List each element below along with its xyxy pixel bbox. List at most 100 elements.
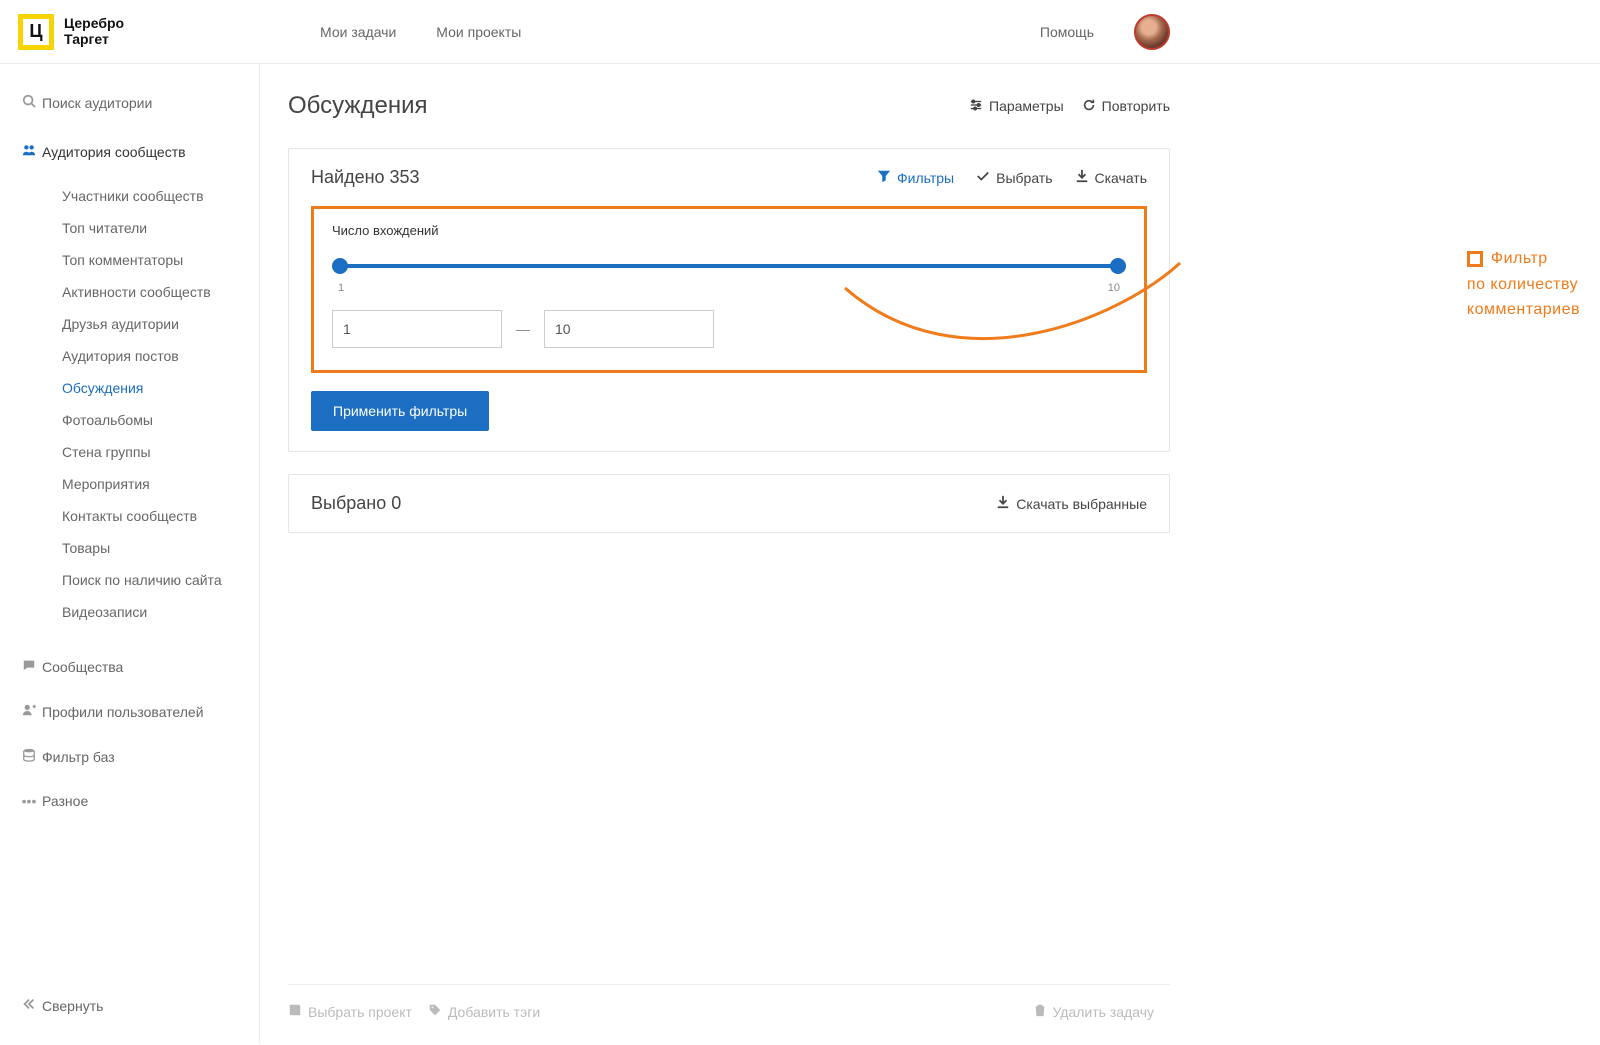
book-icon <box>288 1003 302 1020</box>
sidebar-profiles-label: Профили пользователей <box>42 704 204 720</box>
select-label: Выбрать <box>996 170 1052 186</box>
annotation-line3: комментариев <box>1467 297 1580 323</box>
sidebar-sub-contacts[interactable]: Контакты сообществ <box>0 500 259 532</box>
delete-task-button[interactable]: Удалить задачу <box>1033 1003 1155 1020</box>
annotation-square-icon <box>1467 251 1483 267</box>
download-button[interactable]: Скачать <box>1075 169 1148 186</box>
range-slider[interactable] <box>336 258 1122 274</box>
range-dash: — <box>516 321 530 337</box>
title-bar: Обсуждения Параметры Повторить <box>288 92 1170 120</box>
selected-count: Выбрано 0 <box>311 493 401 514</box>
add-tags-button[interactable]: Добавить тэги <box>428 1003 540 1020</box>
logo-line1: Церебро <box>64 16 124 31</box>
users-icon <box>16 143 42 160</box>
slider-track <box>336 264 1122 268</box>
select-project-button[interactable]: Выбрать проект <box>288 1003 412 1020</box>
slider-thumb-min[interactable] <box>332 258 348 274</box>
slider-max-tick: 10 <box>1108 282 1120 294</box>
user-plus-icon <box>16 703 42 720</box>
sidebar-sub-photoalbums[interactable]: Фотоальбомы <box>0 404 259 436</box>
sidebar-sub-top-readers[interactable]: Топ читатели <box>0 212 259 244</box>
select-project-label: Выбрать проект <box>308 1004 412 1020</box>
check-icon <box>976 169 990 186</box>
slider-thumb-max[interactable] <box>1110 258 1126 274</box>
sidebar-search-audience[interactable]: Поиск аудитории <box>0 84 259 121</box>
sidebar-sub-wall[interactable]: Стена группы <box>0 436 259 468</box>
sidebar-collapse[interactable]: Свернуть <box>0 987 259 1024</box>
range-to-input[interactable] <box>544 310 714 348</box>
header: Ц Церебро Таргет Мои задачи Мои проекты … <box>0 0 1600 64</box>
main-content: Обсуждения Параметры Повторить Найдено 3… <box>260 64 1600 1044</box>
sidebar-group-title: Аудитория сообществ <box>42 144 186 160</box>
sidebar-filter-db-label: Фильтр баз <box>42 749 115 765</box>
refresh-icon <box>1082 98 1096 115</box>
top-nav: Мои задачи Мои проекты <box>320 24 521 40</box>
avatar[interactable] <box>1134 14 1170 50</box>
found-card: Найдено 353 Фильтры Выбрать Скачать <box>288 148 1170 452</box>
sidebar-sub-goods[interactable]: Товары <box>0 532 259 564</box>
tag-icon <box>428 1003 442 1020</box>
nav-my-tasks[interactable]: Мои задачи <box>320 24 396 40</box>
sidebar-search-label: Поиск аудитории <box>42 95 152 111</box>
logo[interactable]: Ц Церебро Таргет <box>0 14 260 50</box>
sidebar: Поиск аудитории Аудитория сообществ Учас… <box>0 64 260 1044</box>
delete-task-label: Удалить задачу <box>1053 1004 1155 1020</box>
download-selected-label: Скачать выбранные <box>1016 496 1147 512</box>
sliders-icon <box>969 98 983 115</box>
chat-icon <box>16 658 42 675</box>
range-from-input[interactable] <box>332 310 502 348</box>
filters-label: Фильтры <box>897 170 954 186</box>
sidebar-misc[interactable]: ••• Разное <box>0 783 259 819</box>
nav-help[interactable]: Помощь <box>1040 24 1094 40</box>
sidebar-sub-posts-audience[interactable]: Аудитория постов <box>0 340 259 372</box>
dots-icon: ••• <box>16 793 42 809</box>
nav-my-projects[interactable]: Мои проекты <box>436 24 521 40</box>
sidebar-sub-participants[interactable]: Участники сообществ <box>0 180 259 212</box>
sidebar-sub-activities[interactable]: Активности сообществ <box>0 276 259 308</box>
logo-icon: Ц <box>18 14 54 50</box>
apply-filters-button[interactable]: Применить фильтры <box>311 391 489 431</box>
sidebar-community-audience[interactable]: Аудитория сообществ <box>0 133 259 170</box>
sidebar-profiles[interactable]: Профили пользователей <box>0 693 259 730</box>
params-label: Параметры <box>989 98 1064 114</box>
sidebar-sub-discussions[interactable]: Обсуждения <box>0 372 259 404</box>
annotation-callout: Фильтр по количеству комментариев <box>1467 246 1580 323</box>
repeat-button[interactable]: Повторить <box>1082 98 1170 115</box>
annotation-line2: по количеству <box>1467 272 1580 298</box>
trash-icon <box>1033 1003 1047 1020</box>
sidebar-sub-friends[interactable]: Друзья аудитории <box>0 308 259 340</box>
sidebar-communities-label: Сообщества <box>42 659 123 675</box>
filter-panel: Число вхождений 1 10 — <box>311 206 1147 373</box>
sidebar-collapse-label: Свернуть <box>42 998 103 1014</box>
found-count: Найдено 353 <box>311 167 420 188</box>
add-tags-label: Добавить тэги <box>448 1004 540 1020</box>
database-icon <box>16 748 42 765</box>
footer-bar: Выбрать проект Добавить тэги Удалить зад… <box>288 984 1170 1032</box>
sidebar-sub-top-commenters[interactable]: Топ комментаторы <box>0 244 259 276</box>
sidebar-misc-label: Разное <box>42 793 88 809</box>
collapse-icon <box>16 997 42 1014</box>
logo-line2: Таргет <box>64 32 124 47</box>
download-icon <box>996 495 1010 512</box>
download-label: Скачать <box>1095 170 1148 186</box>
slider-min-tick: 1 <box>338 282 344 294</box>
sidebar-sub-events[interactable]: Мероприятия <box>0 468 259 500</box>
page-title: Обсуждения <box>288 92 427 120</box>
selected-card: Выбрано 0 Скачать выбранные <box>288 474 1170 533</box>
filters-button[interactable]: Фильтры <box>877 169 954 186</box>
params-button[interactable]: Параметры <box>969 98 1064 115</box>
download-icon <box>1075 169 1089 186</box>
sidebar-communities[interactable]: Сообщества <box>0 648 259 685</box>
filter-title: Число вхождений <box>332 223 1126 238</box>
select-button[interactable]: Выбрать <box>976 169 1052 186</box>
sidebar-sub-videos[interactable]: Видеозаписи <box>0 596 259 628</box>
download-selected-button[interactable]: Скачать выбранные <box>996 495 1147 512</box>
repeat-label: Повторить <box>1102 98 1170 114</box>
search-icon <box>16 94 42 111</box>
sidebar-sub-by-site[interactable]: Поиск по наличию сайта <box>0 564 259 596</box>
filter-icon <box>877 169 891 186</box>
annotation-line1: Фильтр <box>1491 250 1548 267</box>
logo-text: Церебро Таргет <box>64 16 124 47</box>
sidebar-filter-db[interactable]: Фильтр баз <box>0 738 259 775</box>
logo-letter: Ц <box>29 21 42 42</box>
